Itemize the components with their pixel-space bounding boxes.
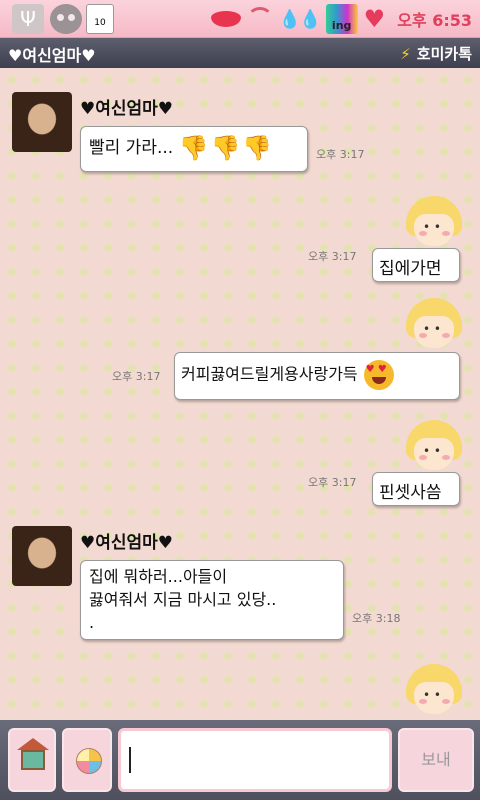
message-text: 집에가면 (379, 259, 442, 279)
house-icon (17, 738, 49, 770)
skull-icon (50, 4, 82, 34)
message-time: 오후 3:17 (308, 250, 357, 263)
message-text: 빨리 가라... (89, 138, 174, 158)
message-bubble[interactable]: 집에가면 (372, 248, 460, 282)
my-avatar[interactable] (406, 664, 462, 720)
chat-title-bar: ♥여신엄마♥ ⚡ 호미카톡 (0, 38, 480, 68)
message-text: 핀셋사씀 (379, 483, 442, 503)
thumbs-down-emoji: 👎👎👎 (178, 134, 275, 162)
lightning-icon: ⚡ (400, 45, 411, 63)
home-button[interactable] (8, 728, 56, 792)
message-sender: ♥여신엄마♥ (80, 533, 174, 553)
chat-area[interactable]: ♥여신엄마♥ 빨리 가라... 👎👎👎 오후 3:17 집에가면 오후 3:17… (0, 68, 480, 720)
contact-avatar[interactable] (12, 526, 72, 586)
message-bubble[interactable]: 집에 뭐하러...아들이 끓여줘서 지금 마시고 있당.. . (80, 560, 344, 640)
message-bubble[interactable]: 핀셋사씀 (372, 472, 460, 506)
message-time: 오후 3:17 (316, 148, 365, 161)
usb-icon: Ψ (12, 4, 44, 34)
calendar-icon: 10 (86, 4, 114, 34)
brand-label: 호미카톡 (416, 45, 472, 63)
signal-ing-icon: ing (325, 4, 358, 34)
message-text-line: 집에 뭐하러...아들이 (89, 567, 228, 586)
message-bubble[interactable]: 빨리 가라... 👎👎👎 (80, 126, 308, 172)
message-time: 오후 3:18 (352, 612, 401, 625)
lips-icon (210, 11, 241, 27)
emoticon-button[interactable] (62, 728, 112, 792)
my-avatar[interactable] (406, 420, 462, 476)
app-brand: ⚡ 호미카톡 (400, 43, 472, 64)
text-caret (129, 747, 131, 773)
message-time: 오후 3:17 (112, 370, 161, 383)
my-avatar[interactable] (406, 196, 462, 252)
send-button[interactable]: 보내 (398, 728, 474, 792)
composer-bar: 보내 (0, 720, 480, 800)
message-bubble[interactable]: 커피끓여드릴게용사랑가득 (174, 352, 460, 400)
status-clock: 오후 6:53 (397, 11, 472, 30)
beach-ball-icon (76, 748, 102, 774)
message-time: 오후 3:17 (308, 476, 357, 489)
contact-name: ♥여신엄마♥ (8, 46, 96, 65)
my-avatar[interactable] (406, 298, 462, 354)
message-text-line: . (89, 613, 95, 632)
calendar-day: 10 (94, 18, 106, 28)
contact-avatar[interactable] (12, 92, 72, 152)
message-text: 커피끓여드릴게용사랑가득 (181, 364, 358, 384)
message-sender: ♥여신엄마♥ (80, 99, 174, 119)
heart-eyes-emoji (363, 360, 394, 390)
status-bar: Ψ 10 💧💧 ing ♥ 오후 6:53 (0, 0, 480, 38)
wifi-icon (246, 7, 273, 31)
message-text-line: 끓여줘서 지금 마시고 있당.. (89, 590, 277, 609)
heart-icon: ♥ (363, 5, 386, 33)
water-drops-icon: 💧💧 (278, 8, 322, 30)
message-input[interactable] (118, 728, 392, 792)
